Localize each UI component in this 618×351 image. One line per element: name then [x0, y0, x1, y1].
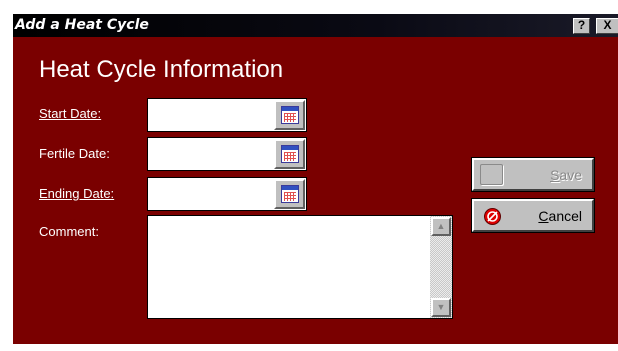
- save-button[interactable]: Save: [471, 157, 595, 192]
- cancel-icon: [484, 208, 501, 225]
- fertile-date-field[interactable]: [147, 137, 307, 171]
- start-date-field[interactable]: [147, 98, 307, 132]
- ending-date-field[interactable]: [147, 177, 307, 211]
- help-button[interactable]: ?: [573, 18, 590, 34]
- title-bar[interactable]: Add a Heat Cycle ? X: [13, 14, 618, 37]
- cancel-button[interactable]: Cancel: [471, 198, 595, 233]
- close-button[interactable]: X: [596, 18, 618, 34]
- ending-date-picker-button[interactable]: [274, 179, 305, 209]
- start-date-picker-button[interactable]: [274, 100, 305, 130]
- fertile-date-picker-button[interactable]: [274, 139, 305, 169]
- save-button-label: Save: [550, 167, 582, 183]
- dialog-window: Add a Heat Cycle ? X Heat Cycle Informat…: [13, 14, 618, 344]
- comment-scrollbar[interactable]: ▲ ▼: [430, 216, 452, 318]
- start-date-label: Start Date:: [39, 106, 102, 121]
- scroll-up-button[interactable]: ▲: [431, 217, 451, 236]
- calendar-icon: [281, 145, 299, 163]
- scroll-down-button[interactable]: ▼: [431, 298, 451, 317]
- calendar-icon: [281, 185, 299, 203]
- ending-date-label: Ending Date:: [39, 186, 115, 201]
- save-icon: [480, 164, 503, 185]
- fertile-date-label: Fertile Date:: [39, 146, 110, 161]
- comment-label: Comment:: [39, 224, 99, 239]
- cancel-button-label: Cancel: [538, 208, 582, 224]
- comment-textarea[interactable]: ▲ ▼: [147, 215, 453, 319]
- window-title: Add a Heat Cycle: [15, 17, 149, 33]
- calendar-icon: [281, 106, 299, 124]
- page-title: Heat Cycle Information: [39, 56, 284, 83]
